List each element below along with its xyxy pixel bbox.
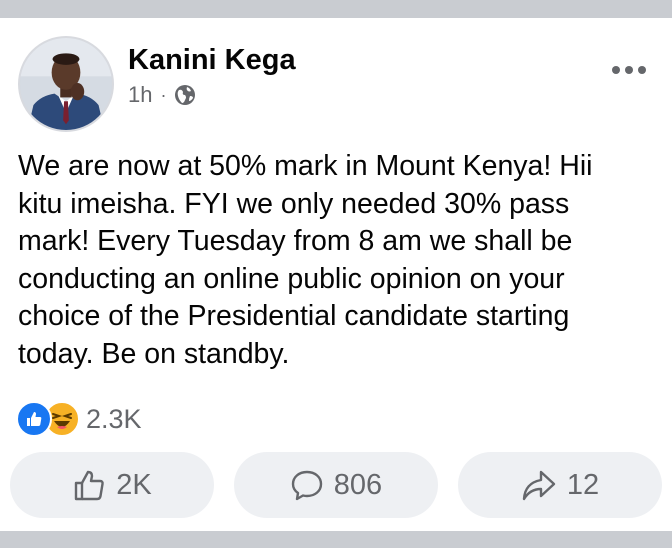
post-actions: 2K 806 12 — [10, 452, 662, 518]
reaction-count: 2.3K — [86, 403, 142, 434]
comment-count: 806 — [333, 468, 383, 501]
more-options-icon[interactable] — [612, 66, 646, 74]
post-text: We are now at 50% mark in Mount Kenya! H… — [18, 150, 593, 370]
like-reaction-icon — [16, 401, 52, 437]
post-meta: 1h · — [128, 82, 196, 108]
author-avatar[interactable] — [18, 36, 114, 132]
comment-icon — [291, 470, 322, 501]
globe-icon[interactable] — [174, 84, 196, 106]
meta-separator: · — [160, 84, 167, 105]
feed-post: Kanini Kega 1h · We are now at 50% mark … — [0, 18, 672, 531]
feed-divider-bottom — [0, 531, 672, 548]
like-button[interactable]: 2K — [10, 452, 214, 518]
feed-divider-top — [0, 0, 672, 18]
profile-photo-icon — [20, 38, 112, 130]
like-count: 2K — [116, 468, 152, 501]
thumbs-up-icon — [75, 470, 105, 501]
author-name[interactable]: Kanini Kega — [128, 44, 296, 77]
post-time[interactable]: 1h — [128, 82, 152, 108]
reactions-summary[interactable]: 2.3K — [16, 401, 142, 437]
share-icon — [522, 470, 556, 501]
share-button[interactable]: 12 — [458, 452, 662, 518]
share-count: 12 — [566, 468, 600, 501]
comment-button[interactable]: 806 — [234, 452, 438, 518]
